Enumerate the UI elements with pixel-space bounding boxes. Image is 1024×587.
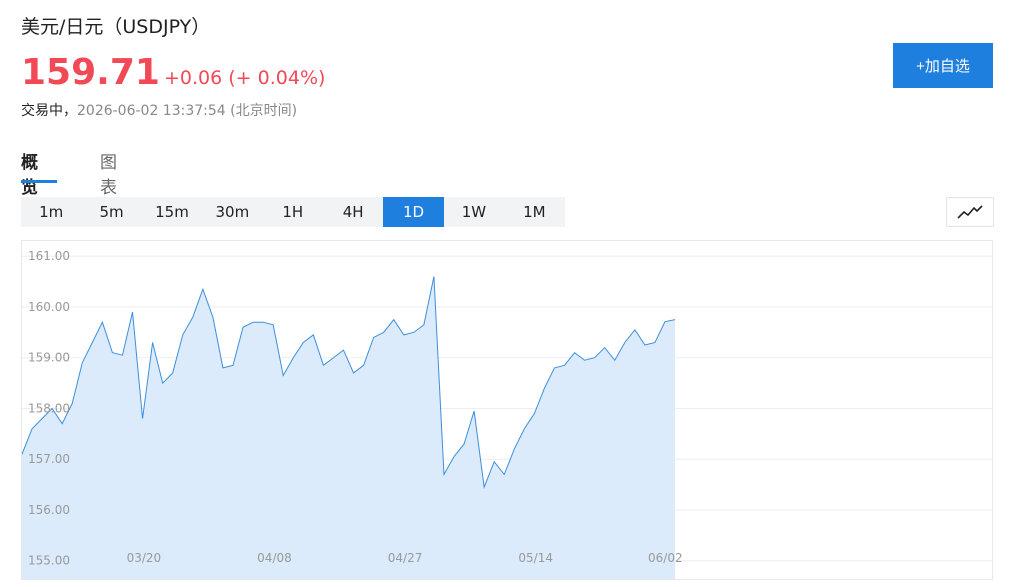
tab-chart[interactable]: 图表 xyxy=(100,148,117,198)
y-tick-label: 156.00 xyxy=(28,503,70,517)
range-1d[interactable]: 1D xyxy=(383,197,444,227)
range-1h[interactable]: 1H xyxy=(263,197,323,227)
price-chart: 155.00 156.00 157.00 158.00 159.00 160.00 161.… xyxy=(21,240,993,580)
timestamp: 2026-06-02 13:37:54 (北京时间) xyxy=(77,103,298,119)
x-tick-label: 06/02 xyxy=(648,551,683,565)
y-tick-label: 158.00 xyxy=(28,401,70,415)
y-tick-label: 160.00 xyxy=(28,300,70,314)
add-watchlist-button[interactable]: +加自选 xyxy=(893,43,993,88)
chart-type-button[interactable] xyxy=(946,197,994,227)
range-1w[interactable]: 1W xyxy=(444,197,504,227)
current-price: 159.71 xyxy=(21,52,160,93)
instrument-title: 美元/日元（USDJPY） xyxy=(21,16,211,38)
x-tick-label: 04/08 xyxy=(257,551,292,565)
price-chart-svg: 155.00 156.00 157.00 158.00 159.00 160.00 161.… xyxy=(22,249,992,579)
y-tick-label: 157.00 xyxy=(28,452,70,466)
range-15m[interactable]: 15m xyxy=(142,197,202,227)
y-tick-label: 155.00 xyxy=(28,554,70,568)
x-tick-label: 03/20 xyxy=(127,551,162,565)
y-tick-label: 161.00 xyxy=(28,249,70,263)
time-range-selector: 1m 5m 15m 30m 1H 4H 1D 1W 1M xyxy=(21,197,565,227)
active-tab-indicator xyxy=(21,180,57,183)
price-change: +0.06 (+ 0.04%) xyxy=(164,67,326,89)
status-label: 交易中， xyxy=(21,103,77,119)
y-tick-label: 159.00 xyxy=(28,351,70,365)
price-area xyxy=(22,276,676,579)
x-tick-label: 04/27 xyxy=(388,551,423,565)
market-status: 交易中，2026-06-02 13:37:54 (北京时间) xyxy=(21,100,297,120)
range-1mo[interactable]: 1M xyxy=(504,197,564,227)
line-chart-icon xyxy=(957,205,983,219)
tab-overview[interactable]: 概览 xyxy=(21,148,38,198)
range-4h[interactable]: 4H xyxy=(323,197,383,227)
range-30m[interactable]: 30m xyxy=(202,197,262,227)
range-1m[interactable]: 1m xyxy=(21,197,81,227)
x-tick-label: 05/14 xyxy=(518,551,553,565)
range-5m[interactable]: 5m xyxy=(81,197,141,227)
